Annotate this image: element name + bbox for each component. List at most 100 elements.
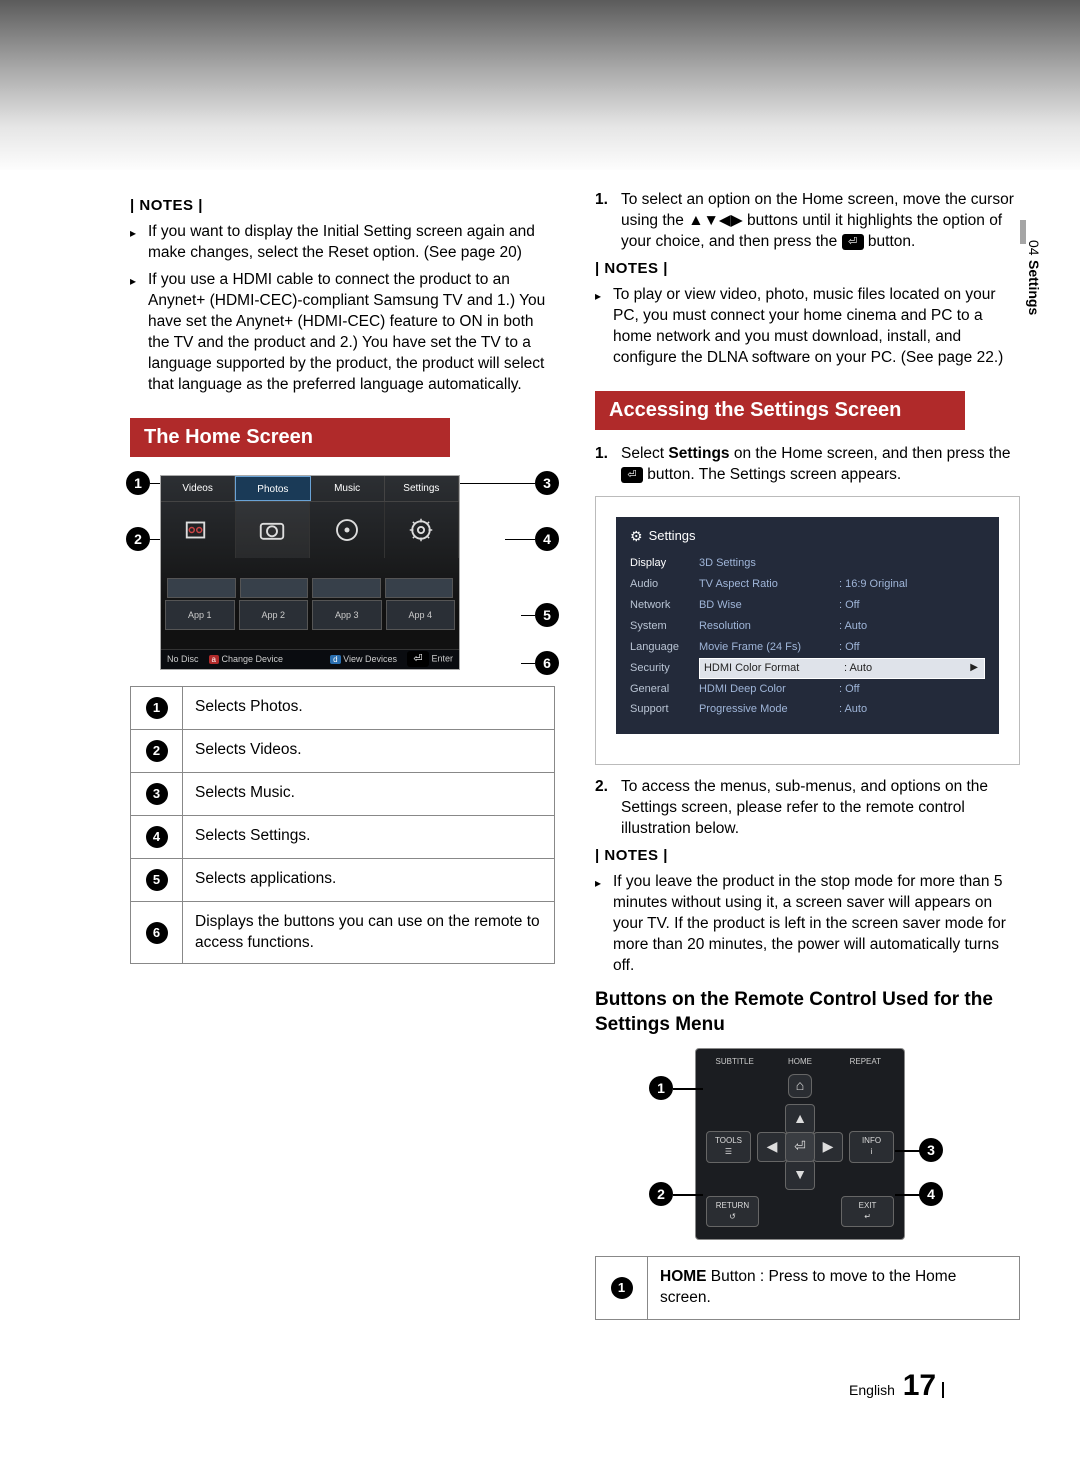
note-item: If you use a HDMI cable to connect the p… [130,270,555,396]
gear-icon [406,515,436,545]
return-icon: ↺ [707,1212,758,1223]
settings-nav-item[interactable]: Display [630,553,679,574]
hs-icon-photos[interactable] [236,502,311,558]
settings-row[interactable]: Progressive ModeAuto [699,699,985,720]
hs-tab-videos[interactable]: Videos [161,476,235,501]
side-chapter-tab: 04 Settings [1026,240,1042,315]
hs-view-devices: View Devices [343,654,397,664]
dpad-down[interactable]: ▼ [785,1160,815,1190]
note-item: If you leave the product in the stop mod… [595,872,1020,977]
hs-thumb [312,578,381,598]
hs-tab-settings[interactable]: Settings [385,476,459,501]
hs-icon-settings[interactable] [385,502,460,558]
enter-icon: ⏎ [842,234,864,250]
table-num-5: 5 [146,869,168,891]
settings-row[interactable]: HDMI Color FormatAuto [699,658,985,679]
settings-row-label: Movie Frame (24 Fs) [699,640,839,655]
exit-button[interactable]: EXIT ↵ [841,1196,894,1228]
return-button[interactable]: RETURN ↺ [706,1196,759,1228]
note-item: To play or view video, photo, music file… [595,285,1020,369]
right-column: 1. To select an option on the Home scree… [595,190,1020,1320]
hs-nodisc: No Disc [167,653,199,665]
menu-icon: ☰ [707,1147,750,1158]
remote-label-subtitle: SUBTITLE [706,1057,763,1068]
notes-heading: | NOTES | [595,259,1020,279]
hs-icon-music[interactable] [310,502,385,558]
page-header-gradient [0,0,1080,170]
table-num-4: 4 [146,826,168,848]
step-item: 1. To select an option on the Home scree… [595,190,1020,253]
section-title-accessing-settings: Accessing the Settings Screen [595,391,965,430]
side-chapter-label: Settings [1026,260,1042,315]
hs-tab-photos[interactable]: Photos [235,476,310,501]
note-text: To play or view video, photo, music file… [613,285,1020,369]
note-text: If you want to display the Initial Setti… [148,222,555,264]
settings-right-panel: 3D SettingsTV Aspect Ratio16:9 OriginalB… [699,553,985,720]
dpad-enter[interactable]: ⏎ [785,1132,815,1162]
home-button[interactable]: ⌂ [788,1074,812,1098]
hs-change-device: Change Device [221,654,283,664]
callout-1: 1 [649,1076,673,1100]
step-text: button. The Settings screen appears. [643,466,901,483]
left-column: | NOTES | If you want to display the Ini… [130,190,555,1320]
dpad-up[interactable]: ▲ [785,1104,815,1134]
step-item: 2. To access the menus, sub-menus, and o… [595,777,1020,840]
table-desc: HOME Button : Press to move to the Home … [648,1257,1020,1320]
dpad: ▲ ▼ ◀ ▶ ⏎ [757,1104,843,1190]
settings-row[interactable]: TV Aspect Ratio16:9 Original [699,574,985,595]
settings-row-label: BD Wise [699,598,839,613]
hs-thumb [167,578,236,598]
settings-row-label: HDMI Deep Color [699,682,839,697]
settings-nav-item[interactable]: System [630,616,679,637]
dpad-left[interactable]: ◀ [757,1132,787,1162]
dpad-arrows-icon: ▲▼◀▶ [688,211,743,232]
home-screen-figure: 1 2 3 4 5 6 Videos Photos Music Settings [130,475,555,670]
hs-app[interactable]: App 1 [165,600,235,630]
hs-app[interactable]: App 3 [312,600,382,630]
settings-title: Settings [649,527,696,545]
settings-row-label: HDMI Color Format [704,661,844,676]
settings-row-label: TV Aspect Ratio [699,577,839,592]
step-text-bold: Settings [668,445,729,462]
remote-control-figure: 1 2 3 4 SUBTITLE HOME REPEAT ⌂ TOOLS [595,1048,1020,1240]
dpad-right[interactable]: ▶ [813,1132,843,1162]
hs-tab-music[interactable]: Music [311,476,385,501]
callout-6: 6 [535,651,559,675]
step-text: To access the menus, sub-menus, and opti… [621,777,1020,840]
settings-screen-figure: Settings Display Audio Network System La… [595,496,1020,766]
settings-row[interactable]: HDMI Deep ColorOff [699,679,985,700]
settings-row-label: 3D Settings [699,556,839,571]
hs-thumb [240,578,309,598]
settings-row[interactable]: ResolutionAuto [699,616,985,637]
side-chapter-number: 04 [1026,240,1042,256]
settings-row-value: Off [839,682,860,697]
table-desc: Selects applications. [183,858,555,901]
hs-app[interactable]: App 2 [239,600,309,630]
info-button[interactable]: INFO i [849,1131,894,1163]
hs-app[interactable]: App 4 [386,600,456,630]
settings-row-value: Auto [844,661,872,676]
settings-nav-item[interactable]: Audio [630,574,679,595]
settings-row[interactable]: Movie Frame (24 Fs)Off [699,637,985,658]
settings-nav-item[interactable]: Language [630,637,679,658]
callout-4: 4 [535,527,559,551]
settings-row[interactable]: 3D Settings [699,553,985,574]
film-icon [183,515,213,545]
settings-row-label: Progressive Mode [699,702,839,717]
settings-nav-item[interactable]: Network [630,595,679,616]
settings-nav-item[interactable]: General [630,679,679,700]
home-screen-table: 1Selects Photos. 2Selects Videos. 3Selec… [130,686,555,965]
table-desc: Selects Music. [183,772,555,815]
callout-3: 3 [535,471,559,495]
settings-nav-item[interactable]: Support [630,699,679,720]
table-num-2: 2 [146,740,168,762]
settings-row[interactable]: BD WiseOff [699,595,985,616]
callout-1: 1 [126,471,150,495]
settings-nav-item[interactable]: Security [630,658,679,679]
tools-button[interactable]: TOOLS ☰ [706,1131,751,1163]
settings-row-value: 16:9 Original [839,577,908,592]
hs-icon-videos[interactable] [161,502,236,558]
step-text: on the Home screen, and then press the [730,445,1011,462]
footer-page-number: 17 [903,1369,936,1402]
callout-5: 5 [535,603,559,627]
